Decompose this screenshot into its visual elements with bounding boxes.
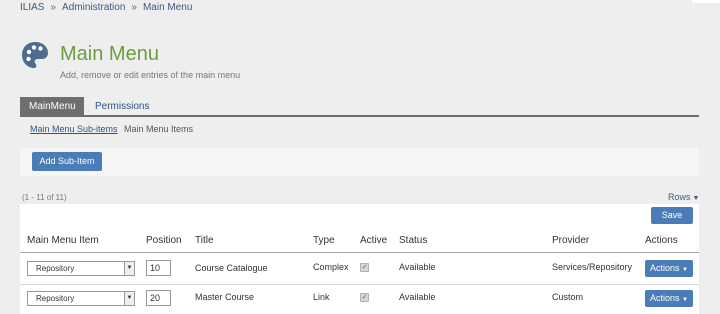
page-title: Main Menu xyxy=(60,43,159,65)
toolbar xyxy=(20,148,699,176)
rows-label: Rows xyxy=(668,192,691,202)
result-count: (1 - 11 of 11) xyxy=(22,193,67,202)
caret-down-icon: ▼ xyxy=(682,297,688,303)
header-divider xyxy=(20,252,699,253)
rows-dropdown[interactable]: Rows ▼ xyxy=(668,192,699,202)
caret-down-icon: ▼ xyxy=(682,267,688,273)
title-cell: Course Catalogue xyxy=(195,263,268,273)
actions-button[interactable]: Actions ▼ xyxy=(645,290,693,307)
save-button[interactable]: Save xyxy=(651,207,693,224)
main-menu-item-select[interactable]: Repository ▼ xyxy=(27,261,135,276)
breadcrumb-item-ilias[interactable]: ILIAS xyxy=(20,2,44,13)
main-menu-item-select[interactable]: Repository ▼ xyxy=(27,291,135,306)
row-divider xyxy=(20,284,699,285)
breadcrumb-item-main-menu[interactable]: Main Menu xyxy=(143,2,192,13)
status-cell: Available xyxy=(399,292,436,302)
active-checkbox[interactable]: ✓ xyxy=(360,263,369,272)
breadcrumb-separator: » xyxy=(50,2,57,13)
breadcrumb-separator: » xyxy=(131,2,137,13)
type-cell: Complex xyxy=(313,262,349,272)
status-cell: Available xyxy=(399,262,436,272)
column-header-main-menu-item: Main Menu Item xyxy=(27,235,99,246)
column-header-title: Title xyxy=(195,235,214,246)
type-cell: Link xyxy=(313,292,330,302)
palette-icon xyxy=(22,42,48,68)
top-rule xyxy=(692,0,720,3)
tab-permissions[interactable]: Permissions xyxy=(86,97,158,116)
actions-label: Actions xyxy=(650,263,680,273)
provider-cell: Services/Repository xyxy=(552,262,633,272)
breadcrumb-item-administration[interactable]: Administration xyxy=(62,2,125,13)
tab-bar: MainMenu Permissions xyxy=(20,97,699,117)
actions-button[interactable]: Actions ▼ xyxy=(645,260,693,277)
subtab-main-menu-sub-items[interactable]: Main Menu Sub-items xyxy=(30,124,118,134)
column-header-provider: Provider xyxy=(552,235,590,246)
title-cell: Master Course xyxy=(195,292,255,302)
column-header-type: Type xyxy=(313,235,335,246)
column-header-actions: Actions xyxy=(645,235,678,246)
actions-label: Actions xyxy=(650,293,680,303)
tab-mainmenu[interactable]: MainMenu xyxy=(20,97,84,116)
active-checkbox[interactable]: ✓ xyxy=(360,293,369,302)
select-value: Repository xyxy=(36,264,75,273)
subtab-main-menu-items[interactable]: Main Menu Items xyxy=(124,124,193,134)
column-header-position: Position xyxy=(146,235,182,246)
chevron-down-icon: ▼ xyxy=(124,292,134,305)
select-value: Repository xyxy=(36,294,75,303)
add-sub-item-button[interactable]: Add Sub-Item xyxy=(32,152,102,171)
column-header-active: Active xyxy=(360,235,388,246)
breadcrumb: ILIAS » Administration » Main Menu xyxy=(20,2,192,13)
provider-cell: Custom xyxy=(552,292,584,302)
chevron-down-icon: ▼ xyxy=(124,262,134,275)
position-input[interactable]: 10 xyxy=(146,260,171,276)
page-description: Add, remove or edit entries of the main … xyxy=(60,70,241,80)
column-header-status: Status xyxy=(399,235,428,246)
position-input[interactable]: 20 xyxy=(146,290,171,306)
caret-down-icon: ▼ xyxy=(692,195,700,202)
